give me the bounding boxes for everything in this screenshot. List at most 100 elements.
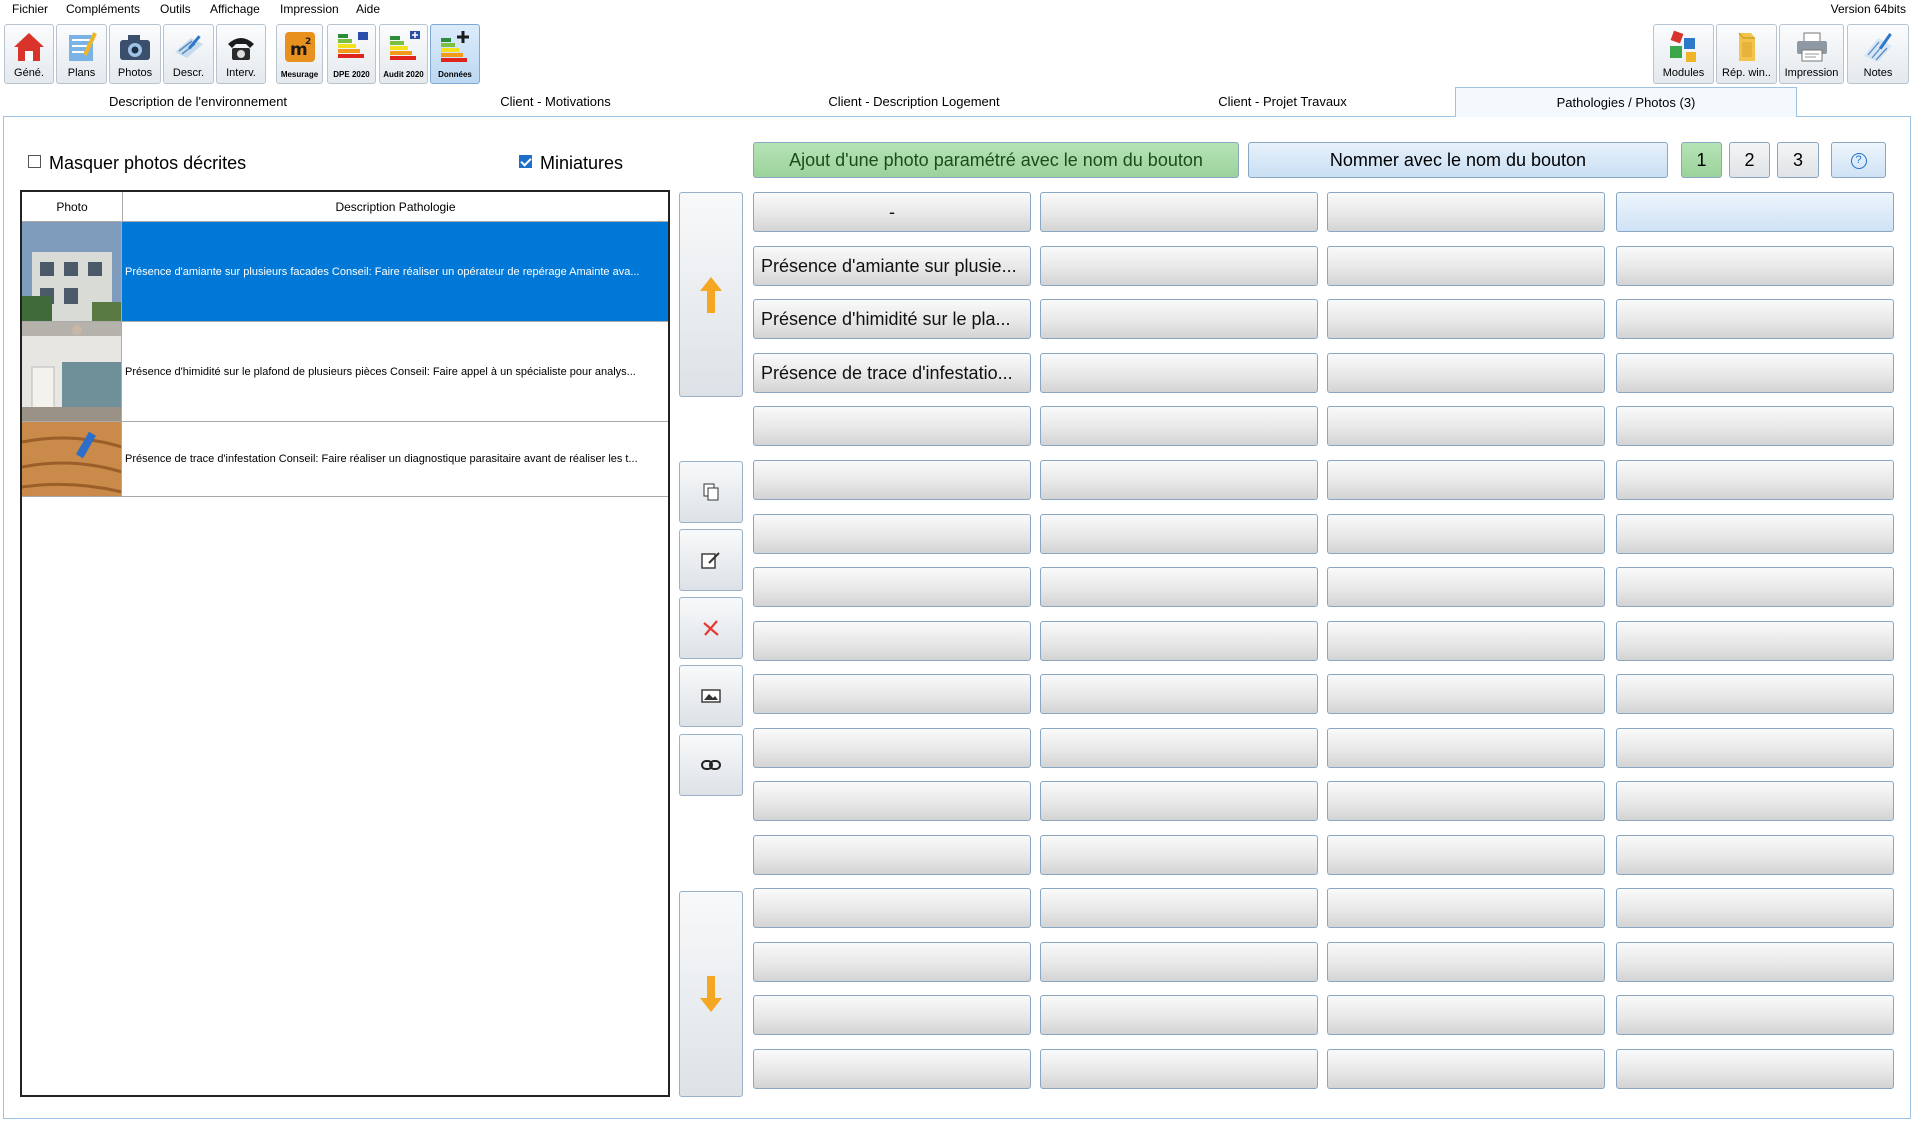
toolbar-impression-button[interactable]: Impression (1779, 24, 1844, 84)
preset-button[interactable] (1616, 192, 1894, 232)
preset-button[interactable] (1327, 246, 1605, 286)
hide-described-checkbox[interactable] (28, 155, 41, 168)
preset-button[interactable] (1040, 406, 1318, 446)
preset-button[interactable] (1327, 728, 1605, 768)
toolbar-mesurage-button[interactable]: m 2 Mesurage (276, 24, 323, 84)
preset-button[interactable] (1040, 246, 1318, 286)
preset-button[interactable] (1616, 621, 1894, 661)
preset-button[interactable] (1040, 728, 1318, 768)
preset-button[interactable] (753, 460, 1031, 500)
preset-button[interactable] (753, 888, 1031, 928)
toolbar-plans-button[interactable]: Plans (56, 24, 107, 84)
preset-button[interactable] (1327, 888, 1605, 928)
preset-button[interactable] (1040, 781, 1318, 821)
preset-button[interactable] (1040, 192, 1318, 232)
tab-description-environnement[interactable]: Description de l'environnement (3, 87, 393, 117)
tab-client-projet-travaux[interactable]: Client - Projet Travaux (1110, 87, 1455, 117)
preset-button[interactable] (1327, 460, 1605, 500)
edit-button[interactable] (679, 529, 743, 591)
toolbar-dpe-button[interactable]: DPE 2020 (327, 24, 376, 84)
preset-button[interactable] (1327, 942, 1605, 982)
preset-button[interactable] (1040, 353, 1318, 393)
column-header-description[interactable]: Description Pathologie (123, 192, 668, 222)
preset-button[interactable] (753, 1049, 1031, 1089)
toolbar-audit-button[interactable]: Audit 2020 (379, 24, 428, 84)
page-2-button[interactable]: 2 (1729, 142, 1770, 178)
page-1-button[interactable]: 1 (1681, 142, 1722, 178)
preset-button[interactable] (753, 835, 1031, 875)
preset-button[interactable] (1616, 995, 1894, 1035)
table-row[interactable]: Présence d'amiante sur plusieurs facades… (22, 222, 668, 322)
preset-button[interactable] (1616, 246, 1894, 286)
preset-button[interactable] (1327, 353, 1605, 393)
toolbar-notes-button[interactable]: Notes (1847, 24, 1909, 84)
preset-button[interactable] (1616, 299, 1894, 339)
preset-button[interactable] (1040, 1049, 1318, 1089)
toolbar-donnees-button[interactable]: Données (430, 24, 480, 84)
preset-button[interactable] (1040, 514, 1318, 554)
preset-button[interactable] (1616, 460, 1894, 500)
preset-button[interactable] (753, 781, 1031, 821)
preset-button[interactable] (753, 942, 1031, 982)
preset-button[interactable]: Présence de trace d'infestatio... (753, 353, 1031, 393)
preset-button[interactable] (1616, 567, 1894, 607)
toolbar-repertoire-button[interactable]: Rép. win.. (1716, 24, 1777, 84)
thumbnails-checkbox[interactable] (519, 155, 532, 168)
table-row[interactable]: Présence d'himidité sur le plafond de pl… (22, 322, 668, 422)
preset-button[interactable] (1040, 567, 1318, 607)
table-row[interactable]: Présence de trace d'infestation Conseil:… (22, 422, 668, 497)
hide-described-checkbox-row[interactable]: Masquer photos décrites (28, 153, 246, 174)
preset-button[interactable] (753, 567, 1031, 607)
rename-with-button-name-button[interactable]: Nommer avec le nom du bouton (1248, 142, 1668, 178)
preset-button[interactable] (1040, 942, 1318, 982)
preset-button[interactable] (1327, 835, 1605, 875)
preset-button[interactable] (753, 621, 1031, 661)
preset-button[interactable] (1616, 888, 1894, 928)
preset-button[interactable] (1616, 514, 1894, 554)
toolbar-photos-button[interactable]: Photos (109, 24, 161, 84)
delete-button[interactable] (679, 597, 743, 659)
preset-button[interactable] (1327, 995, 1605, 1035)
preset-button[interactable] (1040, 835, 1318, 875)
preset-button[interactable]: - (753, 192, 1031, 232)
preset-button[interactable] (1040, 299, 1318, 339)
preset-button[interactable] (753, 514, 1031, 554)
preset-button[interactable] (1616, 406, 1894, 446)
preset-button[interactable] (1327, 299, 1605, 339)
link-button[interactable] (679, 734, 743, 796)
menu-fichier[interactable]: Fichier (12, 2, 48, 16)
preset-button[interactable] (1616, 942, 1894, 982)
add-photo-with-button-name-button[interactable]: Ajout d'une photo paramétré avec le nom … (753, 142, 1239, 178)
preset-button[interactable] (1616, 781, 1894, 821)
preset-button[interactable]: Présence d'himidité sur le pla... (753, 299, 1031, 339)
preset-button[interactable] (1040, 460, 1318, 500)
copy-button[interactable] (679, 461, 743, 523)
toolbar-intervention-button[interactable]: Interv. (216, 24, 266, 84)
thumbnails-checkbox-row[interactable]: Miniatures (519, 153, 623, 174)
image-edit-button[interactable] (679, 665, 743, 727)
preset-button[interactable] (753, 406, 1031, 446)
toolbar-description-button[interactable]: Descr. (163, 24, 214, 84)
toolbar-general-button[interactable]: Géné. (4, 24, 54, 84)
menu-outils[interactable]: Outils (160, 2, 191, 16)
menu-complements[interactable]: Compléments (66, 2, 140, 16)
preset-button[interactable] (1327, 406, 1605, 446)
preset-button[interactable] (1616, 1049, 1894, 1089)
move-up-button[interactable] (679, 192, 743, 397)
preset-button[interactable] (1616, 353, 1894, 393)
column-header-photo[interactable]: Photo (22, 192, 123, 222)
preset-button[interactable] (1327, 621, 1605, 661)
page-3-button[interactable]: 3 (1777, 142, 1819, 178)
help-button[interactable]: ? (1831, 142, 1886, 178)
toolbar-modules-button[interactable]: Modules (1653, 24, 1714, 84)
preset-button[interactable] (1327, 1049, 1605, 1089)
preset-button[interactable] (753, 995, 1031, 1035)
preset-button[interactable] (753, 674, 1031, 714)
preset-button[interactable] (1327, 781, 1605, 821)
preset-button[interactable] (1616, 674, 1894, 714)
preset-button[interactable] (1040, 674, 1318, 714)
menu-impression[interactable]: Impression (280, 2, 339, 16)
preset-button[interactable]: Présence d'amiante sur plusie... (753, 246, 1031, 286)
move-down-button[interactable] (679, 891, 743, 1097)
preset-button[interactable] (1616, 835, 1894, 875)
